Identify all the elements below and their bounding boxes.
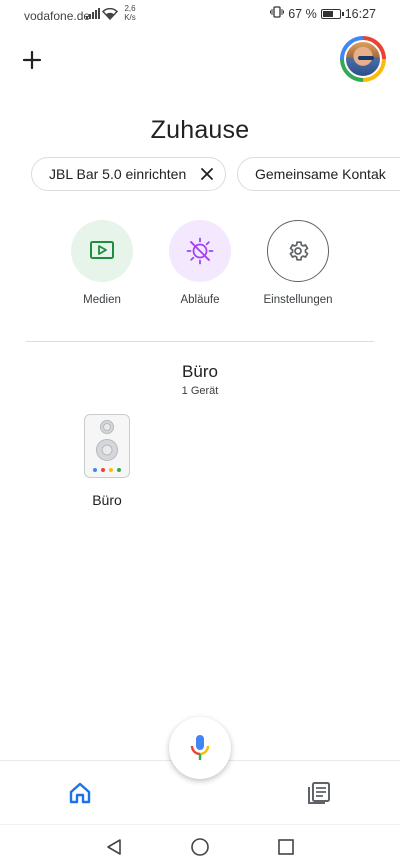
battery-percent: 67 % xyxy=(288,6,317,21)
feed-icon xyxy=(308,782,330,804)
settings-button[interactable]: Einstellungen xyxy=(248,220,348,306)
nav-home-tab[interactable] xyxy=(66,779,94,807)
clock: 16:27 xyxy=(344,6,376,21)
settings-label: Einstellungen xyxy=(263,294,333,306)
device-label: Büro xyxy=(92,492,122,508)
home-circle-icon[interactable] xyxy=(190,837,210,857)
wifi-icon xyxy=(101,7,119,23)
battery-icon xyxy=(320,8,344,19)
system-navigation xyxy=(0,824,400,868)
network-speed: 2,6 K/s xyxy=(122,4,138,22)
chip-label: Gemeinsame Kontak xyxy=(255,166,386,182)
recents-icon[interactable] xyxy=(277,838,295,856)
profile-avatar-button[interactable] xyxy=(340,36,386,82)
speaker-dot xyxy=(109,468,113,472)
carrier-label: vodafone.de xyxy=(24,9,91,23)
media-circle xyxy=(71,220,133,282)
avatar xyxy=(344,40,382,78)
device-tile[interactable]: Büro xyxy=(80,414,134,508)
media-label: Medien xyxy=(83,294,121,306)
status-bar: vodafone.de 2,6 K/s 67 % 16:27 xyxy=(0,0,400,28)
network-speed-unit: K/s xyxy=(124,13,136,22)
speaker-dot xyxy=(117,468,121,472)
assistant-mic-button[interactable] xyxy=(169,717,231,779)
add-button[interactable] xyxy=(18,46,46,74)
back-icon[interactable] xyxy=(104,837,124,857)
routines-label: Abläufe xyxy=(180,294,220,306)
plus-icon xyxy=(22,50,42,70)
chip-label: JBL Bar 5.0 einrichten xyxy=(49,166,187,182)
settings-circle xyxy=(267,220,329,282)
room-title: Büro xyxy=(182,362,218,381)
speaker-icon xyxy=(84,414,130,478)
speaker-dot xyxy=(93,468,97,472)
play-screen-icon xyxy=(90,241,114,259)
vibrate-icon xyxy=(270,6,285,21)
divider xyxy=(26,341,374,342)
routines-circle xyxy=(169,220,231,282)
network-speed-value: 2,6 xyxy=(124,4,136,13)
routines-button[interactable]: Abläufe xyxy=(150,220,250,306)
nav-feed-tab[interactable] xyxy=(305,779,333,807)
microphone-icon xyxy=(190,735,210,760)
sun-routine-icon xyxy=(186,237,214,265)
chip-shared-contacts[interactable]: Gemeinsame Kontak xyxy=(237,157,400,191)
close-icon[interactable] xyxy=(199,166,215,182)
home-icon xyxy=(69,782,91,804)
speaker-dot xyxy=(101,468,105,472)
page-title: Zuhause xyxy=(150,116,250,144)
chip-setup-jbl[interactable]: JBL Bar 5.0 einrichten xyxy=(31,157,226,191)
media-button[interactable]: Medien xyxy=(52,220,152,306)
room-device-count: 1 Gerät xyxy=(181,385,219,397)
signal-icon xyxy=(86,8,100,22)
gear-icon xyxy=(289,241,309,261)
suggestion-chips: JBL Bar 5.0 einrichten Gemeinsame Kontak xyxy=(31,157,400,193)
